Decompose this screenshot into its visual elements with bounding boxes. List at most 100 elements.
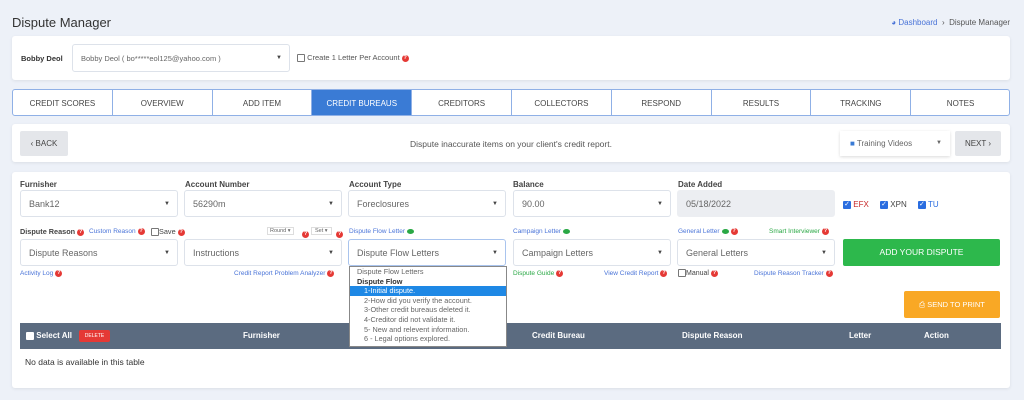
tab-add-item[interactable]: ADD ITEM [213, 90, 313, 115]
campaign-letter-link[interactable]: Campaign Letter [513, 228, 571, 235]
help-icon[interactable]: ? [730, 228, 738, 235]
dispute-guide-link[interactable]: Dispute Guide? [513, 270, 564, 277]
dropdown-option[interactable]: 1-Initial dispute. [350, 286, 506, 296]
tab-tracking[interactable]: TRACKING [811, 90, 912, 115]
account-type-select[interactable]: Foreclosures ▼ [348, 190, 506, 217]
caret-down-icon: ▼ [657, 200, 663, 207]
caret-down-icon: ▼ [328, 249, 334, 256]
eye-icon[interactable] [407, 228, 414, 234]
help-icon[interactable]: ? [177, 228, 185, 236]
help-icon[interactable]: ? [55, 270, 63, 277]
caret-down-icon: ▼ [936, 140, 942, 146]
bureau-checkboxes: ✓ EFX ✓ XPN ✓ TU [843, 200, 939, 209]
manual-option: Manual? [678, 269, 718, 277]
caret-down-icon: ▼ [821, 249, 827, 256]
tab-collectors[interactable]: COLLECTORS [512, 90, 612, 115]
manual-checkbox[interactable] [678, 269, 686, 277]
custom-reason-link[interactable]: Custom Reason? [89, 228, 145, 235]
balance-select[interactable]: 90.00 ▼ [513, 190, 671, 217]
dropdown-placeholder-option[interactable]: Dispute Flow Letters [350, 267, 506, 277]
xpn-checkbox[interactable]: ✓ [880, 200, 889, 209]
dropdown-option[interactable]: 5- New and relevent information. [350, 325, 506, 335]
column-dispute-reason: Dispute Reason [682, 331, 743, 340]
select-all-checkbox[interactable] [26, 331, 34, 340]
smart-interviewer-link[interactable]: Smart Interviewer? [769, 228, 829, 235]
activity-log-link[interactable]: Activity Log? [20, 270, 63, 277]
dropdown-option[interactable]: 6 - Legal options explored. [350, 334, 506, 344]
breadcrumb-dashboard[interactable]: Dashboard [898, 18, 937, 27]
dropdown-option[interactable]: 2-How did you verify the account. [350, 296, 506, 306]
round-select[interactable]: Round ▾ [267, 227, 294, 235]
save-option: Save? [151, 227, 185, 237]
add-dispute-button[interactable]: ADD YOUR DISPUTE [843, 239, 1000, 266]
send-to-print-button[interactable]: ⎙ SEND TO PRINT [904, 291, 1000, 318]
training-videos-select[interactable]: ■ Training Videos ▼ [840, 131, 950, 156]
dispute-reason-tracker-link[interactable]: Dispute Reason Tracker? [754, 270, 833, 277]
tab-results[interactable]: RESULTS [712, 90, 812, 115]
delete-button[interactable]: DELETE [79, 330, 110, 342]
caret-down-icon: ▼ [492, 249, 498, 256]
help-icon[interactable]: ? [137, 228, 145, 235]
help-icon[interactable]: ? [710, 269, 718, 277]
column-letter: Letter [849, 331, 872, 340]
page-title: Dispute Manager [12, 15, 111, 30]
furnisher-select[interactable]: Bank12 ▼ [20, 190, 178, 217]
one-letter-label: Create 1 Letter Per Account [307, 53, 400, 62]
next-button[interactable]: NEXT › [955, 131, 1001, 156]
tu-checkbox[interactable]: ✓ [917, 200, 926, 209]
help-icon[interactable]: ? [401, 54, 409, 62]
general-letter-link[interactable]: General Letter? [678, 228, 738, 235]
dashboard-icon: ◕ [891, 18, 897, 27]
save-checkbox[interactable] [151, 228, 159, 237]
date-added-label: Date Added [678, 180, 723, 189]
one-letter-option: Create 1 Letter Per Account? [297, 53, 409, 63]
dispute-flow-dropdown: Dispute Flow Letters Dispute Flow 1-Initia… [349, 266, 507, 347]
one-letter-checkbox[interactable] [297, 54, 305, 63]
general-letters-select[interactable]: General Letters ▼ [677, 239, 835, 266]
dispute-flow-letters-select[interactable]: Dispute Flow Letters ▼ [348, 239, 506, 266]
video-icon: ■ [850, 139, 855, 148]
client-label: Bobby Deol [21, 54, 63, 63]
campaign-letters-select[interactable]: Campaign Letters ▼ [513, 239, 671, 266]
help-icon[interactable]: ? [556, 270, 564, 277]
caret-down-icon: ▼ [328, 200, 334, 207]
eye-icon[interactable] [721, 229, 729, 234]
dropdown-group-label: Dispute Flow [357, 276, 403, 286]
client-select[interactable]: Bobby Deol ( bo*****eol125@yahoo.com ) ▼ [72, 44, 290, 72]
chevron-right-icon: › [988, 139, 992, 148]
help-icon[interactable]: ? [77, 228, 85, 236]
caret-down-icon: ▼ [276, 55, 282, 61]
xpn-label: XPN [890, 200, 907, 209]
breadcrumb-current: Dispute Manager [949, 18, 1010, 27]
account-type-label: Account Type [349, 180, 402, 189]
account-number-select[interactable]: 56290m ▼ [184, 190, 342, 217]
dispute-flow-letter-link[interactable]: Dispute Flow Letter [349, 228, 414, 235]
dispute-reasons-select[interactable]: Dispute Reasons ▼ [20, 239, 178, 266]
dropdown-option[interactable]: 3-Other credit bureaus deleted it. [350, 305, 506, 315]
help-icon[interactable]: ? [327, 270, 335, 277]
eye-icon[interactable] [563, 228, 571, 234]
analyzer-link[interactable]: Credit Report Problem Analyzer? [234, 270, 335, 277]
instructions-select[interactable]: Instructions ▼ [184, 239, 342, 266]
efx-checkbox[interactable]: ✓ [843, 200, 851, 209]
furnisher-label: Furnisher [20, 180, 57, 189]
column-furnisher: Furnisher [243, 331, 280, 340]
tab-credit-scores[interactable]: CREDIT SCORES [13, 90, 113, 115]
view-credit-report-link[interactable]: View Credit Report? [604, 270, 668, 277]
chevron-right-icon: › [939, 18, 947, 27]
dispute-reason-label-group: Dispute Reason? [20, 227, 85, 236]
tab-creditors[interactable]: CREDITORS [412, 90, 512, 115]
tab-respond[interactable]: RESPOND [612, 90, 712, 115]
help-icon[interactable]: ? [660, 270, 668, 277]
caret-down-icon: ▼ [164, 200, 170, 207]
tab-overview[interactable]: OVERVIEW [113, 90, 213, 115]
dropdown-option[interactable]: 4-Creditor did not validate it. [350, 315, 506, 325]
tab-notes[interactable]: NOTES [911, 90, 1009, 115]
date-added-input[interactable]: 05/18/2022 [677, 190, 835, 217]
tab-credit-bureaus[interactable]: CREDIT BUREAUS [312, 90, 413, 115]
help-icon[interactable]: ? [821, 228, 829, 235]
help-icon[interactable]: ? [825, 270, 833, 277]
nav-card: ‹ BACK Dispute inaccurate items on your … [12, 124, 1010, 162]
set-select[interactable]: Set ▾ [311, 227, 332, 235]
column-credit-bureau: Credit Bureau [532, 331, 585, 340]
